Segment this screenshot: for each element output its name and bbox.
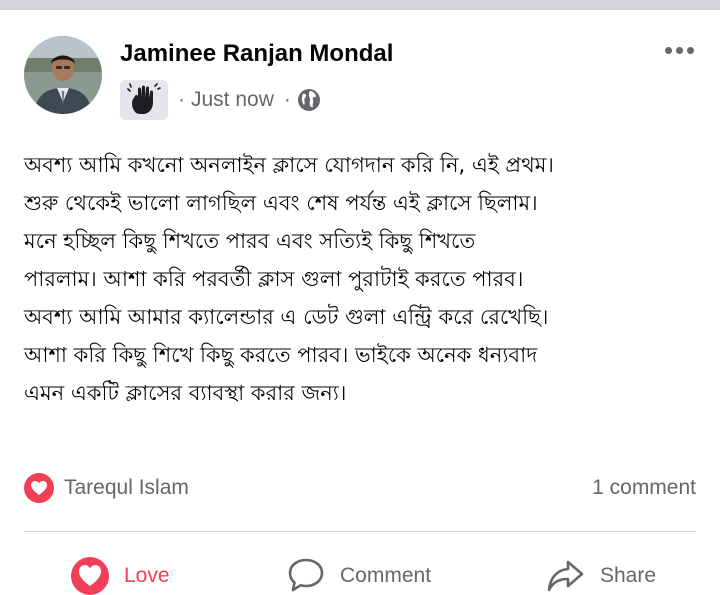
- divider: [24, 531, 696, 532]
- more-options-dot: [675, 46, 683, 54]
- author-name[interactable]: Jaminee Ranjan Mondal: [120, 40, 393, 68]
- meta-separator: ·: [178, 88, 185, 111]
- timestamp[interactable]: Just now: [191, 88, 274, 112]
- more-options-icon: [664, 46, 672, 54]
- globe-icon[interactable]: [297, 88, 321, 112]
- reactor-name[interactable]: Tarequl Islam: [64, 476, 189, 500]
- share-button[interactable]: Share: [546, 554, 656, 595]
- heart-glyph: [31, 481, 47, 495]
- waving-hand-icon: [127, 83, 161, 114]
- profile-badge[interactable]: [120, 80, 168, 120]
- more-options-button[interactable]: [658, 36, 700, 64]
- love-icon: [71, 557, 109, 595]
- avatar-photo: [24, 36, 102, 114]
- comment-count[interactable]: 1 comment: [592, 476, 696, 500]
- comment-label: Comment: [340, 564, 432, 587]
- avatar[interactable]: [24, 36, 102, 114]
- love-button[interactable]: Love: [70, 554, 170, 595]
- more-options-dot: [686, 46, 694, 54]
- reaction-summary: Tarequl Islam 1 comment: [24, 470, 696, 506]
- globe-glyph: [297, 89, 320, 111]
- comment-icon: [288, 558, 324, 592]
- meta-separator: ·: [283, 88, 291, 111]
- top-separator-strip: [0, 0, 720, 10]
- love-label: Love: [124, 564, 170, 587]
- love-reaction-icon[interactable]: [24, 473, 54, 503]
- comment-button[interactable]: Comment: [286, 554, 431, 595]
- post-text: অবশ্য আমি কখনো অনলাইন ক্লাসে যোগদান করি …: [24, 153, 554, 405]
- share-icon: [547, 560, 584, 592]
- share-label: Share: [600, 564, 657, 587]
- post-meta: · Just now ·: [120, 80, 321, 120]
